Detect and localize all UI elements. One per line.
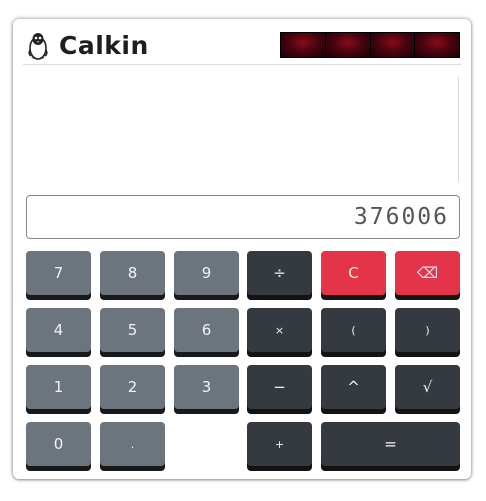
key-clear[interactable]: C: [321, 251, 386, 295]
key-plus[interactable]: +: [247, 422, 312, 466]
calculator-window: Calkin 376006 7 8 9 ÷ C ⌫ 4 5 6 × ( ) 1 …: [13, 19, 471, 479]
key-0[interactable]: 0: [26, 422, 91, 466]
key-sqrt[interactable]: √: [395, 365, 460, 409]
key-7[interactable]: 7: [26, 251, 91, 295]
app-title: Calkin: [59, 31, 149, 60]
key-minus[interactable]: −: [247, 365, 312, 409]
title-bar: Calkin: [23, 29, 461, 65]
tux-penguin-icon: [25, 31, 51, 61]
key-dot[interactable]: .: [100, 422, 165, 466]
display-value: 376006: [353, 204, 449, 230]
key-divide[interactable]: ÷: [247, 251, 312, 295]
result-display[interactable]: 376006: [26, 195, 460, 239]
lcd-cell: [325, 33, 371, 57]
key-8[interactable]: 8: [100, 251, 165, 295]
lcd-indicator: [280, 32, 460, 58]
key-2[interactable]: 2: [100, 365, 165, 409]
key-paren-close[interactable]: ): [395, 308, 460, 352]
key-backspace[interactable]: ⌫: [395, 251, 460, 295]
key-1[interactable]: 1: [26, 365, 91, 409]
key-paren-open[interactable]: (: [321, 308, 386, 352]
key-power[interactable]: ^: [321, 365, 386, 409]
lcd-cell: [370, 33, 416, 57]
key-4[interactable]: 4: [26, 308, 91, 352]
key-3[interactable]: 3: [174, 365, 239, 409]
key-equals[interactable]: =: [321, 422, 460, 466]
key-5[interactable]: 5: [100, 308, 165, 352]
lcd-cell: [281, 33, 326, 57]
key-multiply[interactable]: ×: [247, 308, 312, 352]
key-6[interactable]: 6: [174, 308, 239, 352]
key-9[interactable]: 9: [174, 251, 239, 295]
lcd-cell: [415, 33, 459, 57]
history-panel[interactable]: [25, 77, 459, 181]
